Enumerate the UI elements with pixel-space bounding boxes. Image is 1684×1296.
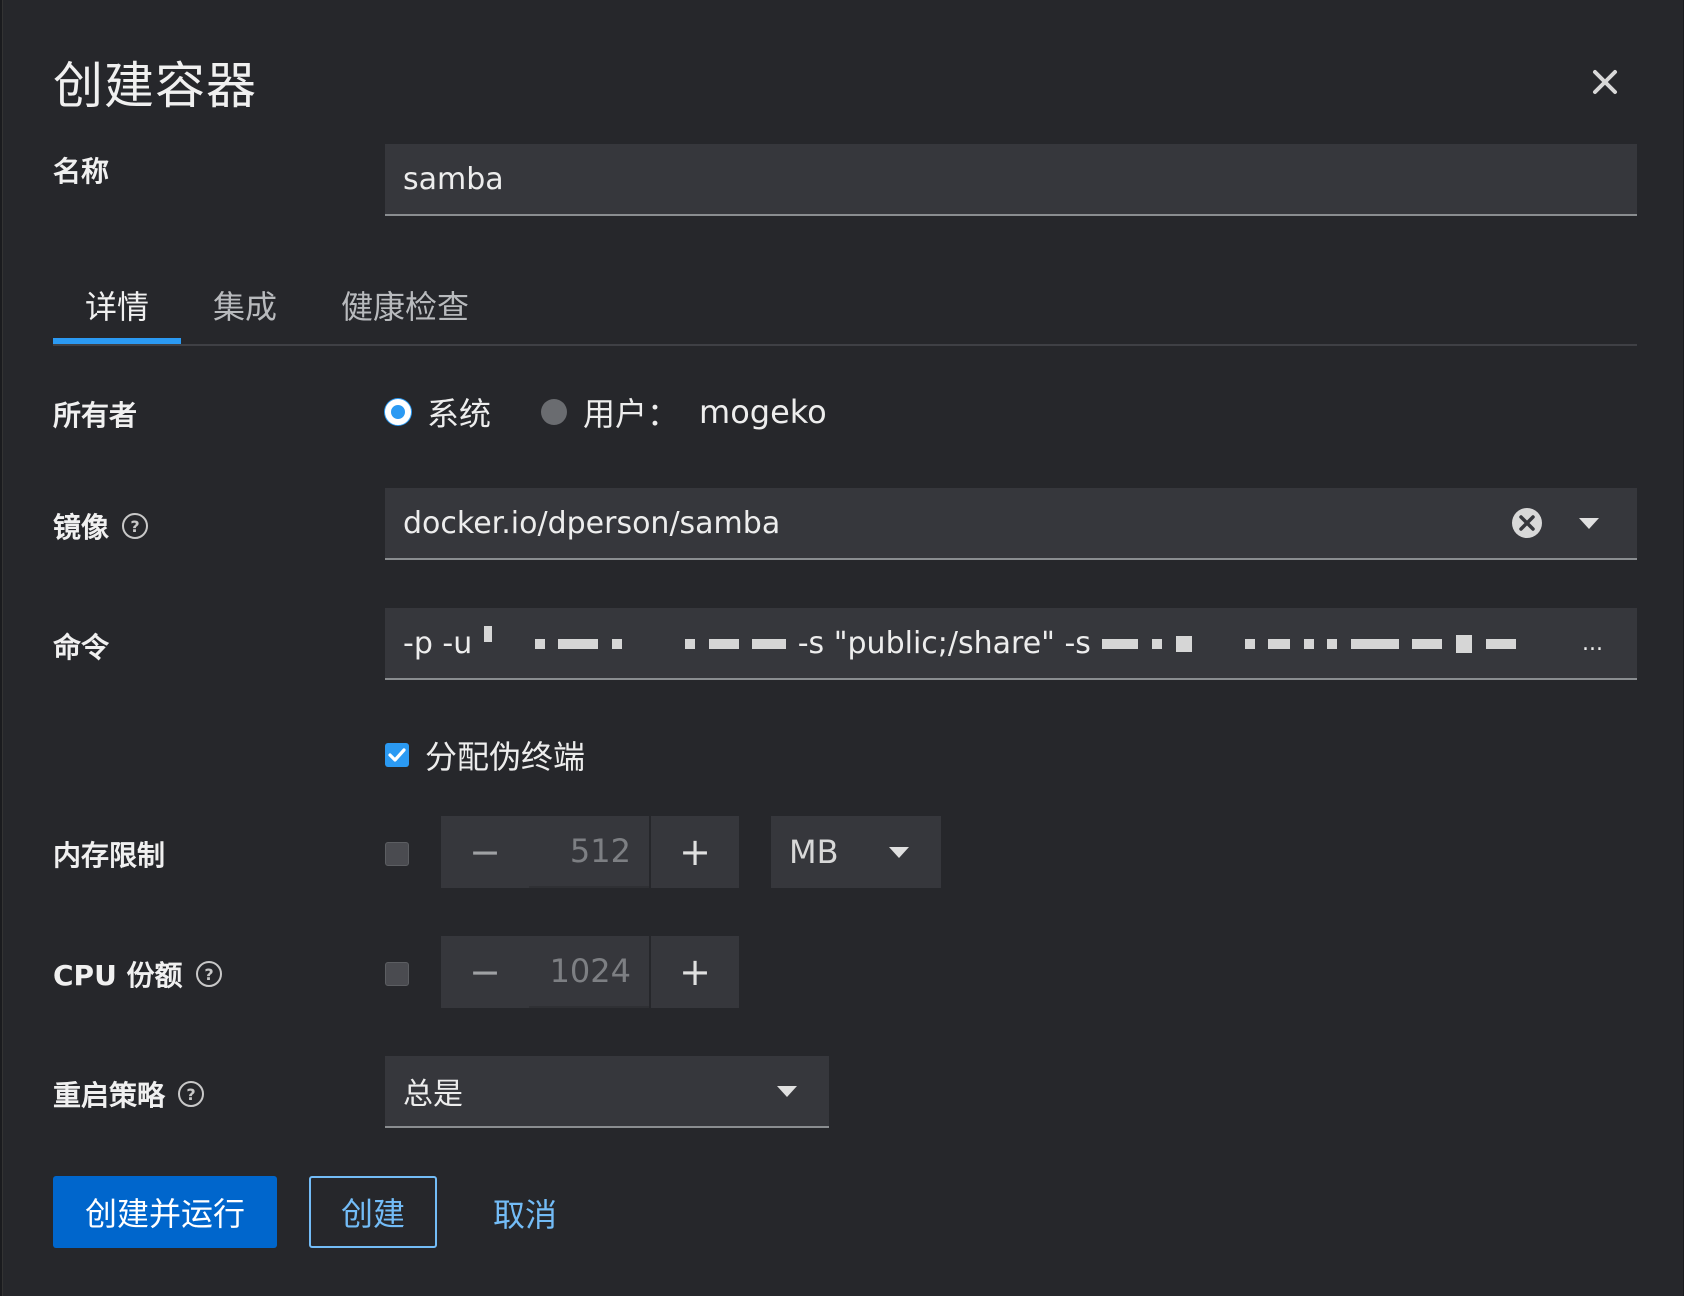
help-icon[interactable]: ? [177,1080,205,1108]
name-input[interactable]: samba [385,144,1637,216]
memory-value[interactable]: 512 [529,816,649,888]
command-input[interactable]: -p -u -s "public;/share" -s ... [385,608,1637,680]
command-ellipsis: ... [1582,630,1603,656]
restart-policy-select[interactable]: 总是 [385,1056,829,1128]
create-and-run-button[interactable]: 创建并运行 [53,1176,277,1248]
image-label: 镜像 ? [53,506,149,546]
tab-details[interactable]: 详情 [85,282,149,328]
image-value: docker.io/dperson/samba [403,505,781,541]
chevron-down-icon [777,1085,797,1097]
command-label: 命令 [53,631,110,664]
memory-unit-select[interactable]: MB [771,816,941,888]
dialog-title: 创建容器 [53,57,257,115]
memory-unit-value: MB [789,833,839,871]
chevron-down-icon [889,846,909,858]
tty-checkbox[interactable] [385,743,409,767]
memory-increment-button[interactable]: + [651,816,739,888]
create-container-dialog: 创建容器 名称 samba 详情 集成 健康检查 所有者 系统 用户： moge… [2,0,1683,1296]
svg-text:?: ? [186,1085,195,1104]
owner-system-label: 系统 [427,395,492,433]
owner-user-radio[interactable] [541,399,568,425]
image-select[interactable]: docker.io/dperson/samba [385,488,1637,560]
owner-user-name: mogeko [699,393,827,431]
create-button[interactable]: 创建 [309,1176,437,1248]
memory-label: 内存限制 [53,839,166,872]
cpu-decrement-button[interactable]: − [441,936,529,1008]
restart-label: 重启策略 ? [53,1074,205,1114]
owner-label: 所有者 [53,399,138,432]
cpu-label: CPU 份额 ? [53,954,223,994]
tab-bar: 详情 集成 健康检查 [53,270,1637,346]
chevron-down-icon[interactable] [1579,517,1599,529]
active-tab-indicator [53,338,181,344]
name-input-value: samba [403,161,504,197]
tab-health-check[interactable]: 健康检查 [341,282,469,328]
cpu-value[interactable]: 1024 [529,936,649,1008]
owner-radio-group: 系统 用户： mogeko [385,392,827,433]
help-icon[interactable]: ? [195,960,223,988]
command-value: -p -u -s "public;/share" -s [403,625,1582,661]
clear-icon[interactable] [1511,507,1543,539]
svg-text:?: ? [204,965,213,984]
tty-label: 分配伪终端 [425,738,586,776]
tab-integration[interactable]: 集成 [213,282,277,328]
name-label: 名称 [53,155,110,188]
svg-text:?: ? [130,517,139,536]
cpu-shares-checkbox[interactable] [385,962,409,986]
close-icon[interactable] [1585,62,1625,102]
redacted-segment [1100,626,1517,661]
redacted-segment [482,625,798,661]
cpu-increment-button[interactable]: + [651,936,739,1008]
cancel-button[interactable]: 取消 [493,1190,557,1236]
help-icon[interactable]: ? [121,512,149,540]
tty-row: 分配伪终端 [385,732,585,778]
owner-user-label: 用户： [583,395,680,433]
memory-limit-checkbox[interactable] [385,842,409,866]
restart-policy-value: 总是 [403,1077,463,1112]
owner-system-radio[interactable] [385,399,411,425]
memory-decrement-button[interactable]: − [441,816,529,888]
